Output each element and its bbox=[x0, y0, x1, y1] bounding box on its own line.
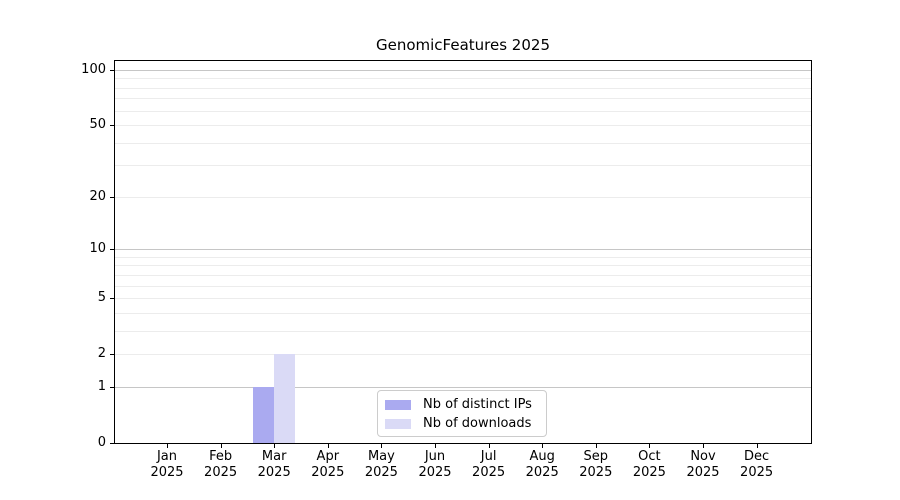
x-tick-mark bbox=[649, 444, 650, 448]
y-tick-label: 20 bbox=[0, 189, 106, 205]
minor-gridline bbox=[115, 313, 811, 314]
minor-gridline bbox=[115, 88, 811, 89]
x-tick-mark bbox=[381, 444, 382, 448]
minor-gridline bbox=[115, 275, 811, 276]
chart-canvas: GenomicFeatures 2025 0125102050100 Jan20… bbox=[0, 0, 900, 500]
y-tick-mark bbox=[110, 197, 114, 198]
y-tick-label: 0 bbox=[0, 435, 106, 451]
bar-nb-of-downloads bbox=[274, 354, 295, 443]
major-gridline bbox=[115, 249, 811, 250]
x-tick-mark bbox=[221, 444, 222, 448]
y-tick-mark bbox=[110, 70, 114, 71]
minor-gridline bbox=[115, 165, 811, 166]
minor-gridline bbox=[115, 331, 811, 332]
legend-row: Nb of downloads bbox=[385, 414, 546, 433]
minor-gridline bbox=[115, 143, 811, 144]
legend-label-distinct-ips: Nb of distinct IPs bbox=[423, 397, 532, 412]
y-tick-mark bbox=[110, 443, 114, 444]
minor-gridline bbox=[115, 125, 811, 126]
minor-gridline bbox=[115, 286, 811, 287]
minor-gridline bbox=[115, 265, 811, 266]
legend-row: Nb of distinct IPs bbox=[385, 395, 546, 414]
x-tick-mark bbox=[703, 444, 704, 448]
y-tick-label: 10 bbox=[0, 241, 106, 257]
x-tick-label: Dec2025 bbox=[717, 449, 797, 481]
minor-gridline bbox=[115, 78, 811, 79]
legend-swatch-downloads bbox=[385, 419, 411, 429]
x-tick-mark bbox=[542, 444, 543, 448]
y-tick-mark bbox=[110, 249, 114, 250]
x-tick-mark bbox=[435, 444, 436, 448]
minor-gridline bbox=[115, 197, 811, 198]
minor-gridline bbox=[115, 257, 811, 258]
bar-nb-of-distinct-ips bbox=[253, 387, 274, 443]
y-tick-label: 1 bbox=[0, 379, 106, 395]
y-tick-mark bbox=[110, 387, 114, 388]
plot-area bbox=[114, 60, 812, 444]
x-tick-mark bbox=[489, 444, 490, 448]
minor-gridline bbox=[115, 298, 811, 299]
x-tick-mark bbox=[274, 444, 275, 448]
y-tick-label: 50 bbox=[0, 117, 106, 133]
legend: Nb of distinct IPs Nb of downloads bbox=[377, 390, 547, 437]
y-tick-label: 100 bbox=[0, 62, 106, 78]
minor-gridline bbox=[115, 98, 811, 99]
y-tick-mark bbox=[110, 298, 114, 299]
y-tick-mark bbox=[110, 125, 114, 126]
legend-swatch-distinct-ips bbox=[385, 400, 411, 410]
x-tick-mark bbox=[167, 444, 168, 448]
major-gridline bbox=[115, 70, 811, 71]
x-tick-mark bbox=[596, 444, 597, 448]
y-tick-label: 2 bbox=[0, 346, 106, 362]
y-tick-label: 5 bbox=[0, 290, 106, 306]
x-tick-label-year: 2025 bbox=[717, 465, 797, 481]
x-tick-mark bbox=[328, 444, 329, 448]
legend-label-downloads: Nb of downloads bbox=[423, 416, 531, 431]
minor-gridline bbox=[115, 111, 811, 112]
major-gridline bbox=[115, 387, 811, 388]
chart-title: GenomicFeatures 2025 bbox=[114, 36, 812, 54]
y-tick-mark bbox=[110, 354, 114, 355]
x-tick-mark bbox=[757, 444, 758, 448]
minor-gridline bbox=[115, 354, 811, 355]
